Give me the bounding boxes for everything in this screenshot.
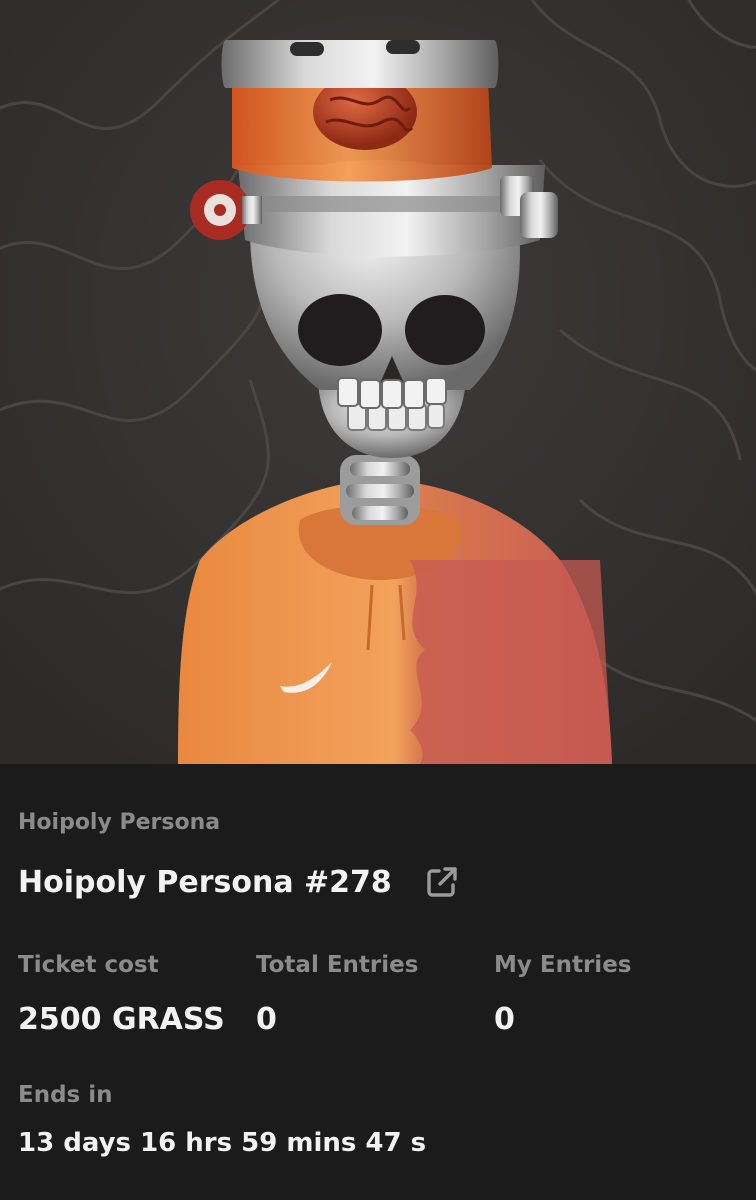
ticket-cost-value: 2500 GRASS xyxy=(18,1002,225,1037)
raffle-card: Hoipoly Persona Hoipoly Persona #278 Tic… xyxy=(0,0,756,1200)
item-title-row: Hoipoly Persona #278 xyxy=(18,862,460,902)
my-entries-stat: My Entries 0 xyxy=(494,950,631,1038)
nft-artwork[interactable] xyxy=(0,0,756,764)
countdown-timer: 13 days 16 hrs 59 mins 47 s xyxy=(18,1128,427,1158)
my-entries-label: My Entries xyxy=(494,952,632,978)
skull-persona-illustration xyxy=(0,0,756,764)
total-entries-stat: Total Entries 0 xyxy=(256,950,418,1038)
collection-name: Hoipoly Persona xyxy=(18,810,221,835)
external-link-icon[interactable] xyxy=(424,864,460,900)
item-title: Hoipoly Persona #278 xyxy=(18,864,392,900)
total-entries-value: 0 xyxy=(256,1002,277,1037)
total-entries-label: Total Entries xyxy=(256,952,419,978)
raffle-info-panel: Hoipoly Persona Hoipoly Persona #278 Tic… xyxy=(0,764,756,1200)
ticket-cost-label: Ticket cost xyxy=(18,952,159,978)
my-entries-value: 0 xyxy=(494,1002,515,1037)
ends-in-label: Ends in xyxy=(18,1082,113,1108)
ticket-cost-stat: Ticket cost 2500 GRASS xyxy=(18,950,225,1038)
